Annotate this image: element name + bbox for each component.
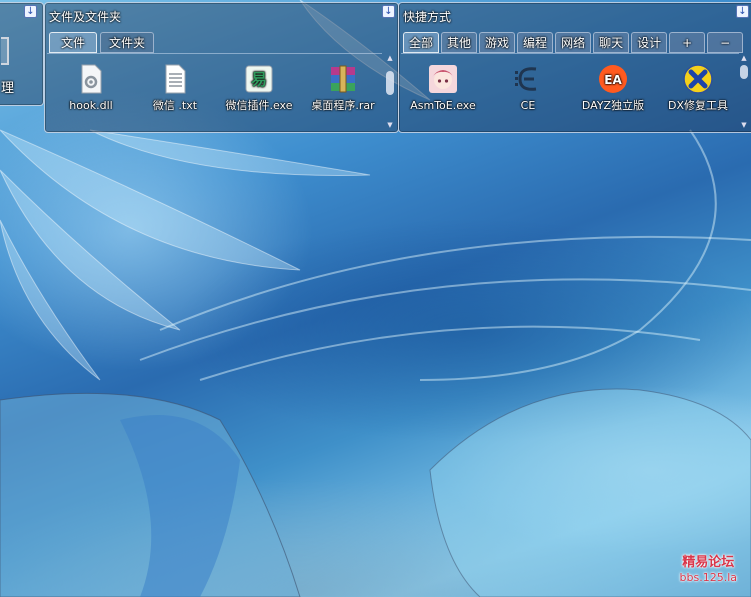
svg-text:易: 易 [251, 70, 267, 89]
rar-archive-icon [327, 63, 359, 95]
file-item-label: 桌面程序.rar [311, 99, 375, 112]
tab-other[interactable]: 其他 [441, 32, 478, 53]
files-fence-title: 文件及文件夹 [49, 10, 122, 24]
shortcut-item-label: DAYZ独立版 [581, 99, 645, 112]
directx-repair-icon [682, 63, 714, 95]
shortcut-fence: 快捷方式 ↓ 全部 其他 游戏 编程 网络 聊天 设计 + − AsmToE.e… [398, 2, 751, 133]
file-item-wechat-txt[interactable]: 微信 .txt [140, 63, 210, 112]
forum-watermark: 精易论坛 bbs.125.la [680, 555, 737, 585]
text-file-icon [159, 63, 191, 95]
tab-all[interactable]: 全部 [403, 32, 440, 53]
shortcut-item-dx-repair[interactable]: DX修复工具 [663, 63, 733, 112]
shortcut-item-asmtoe[interactable]: AsmToE.exe [408, 63, 478, 112]
svg-text:EA: EA [604, 73, 622, 87]
shortcut-item-label: DX修复工具 [667, 99, 728, 112]
scroll-thumb[interactable] [740, 65, 748, 79]
files-tab-row: 文件 文件夹 [49, 32, 155, 54]
tab-programming[interactable]: 编程 [517, 32, 554, 53]
file-item-label: hook.dll [69, 99, 113, 112]
shortcut-tab-row: 全部 其他 游戏 编程 网络 聊天 设计 + − [403, 32, 744, 54]
left-fence-label: 理 [1, 81, 15, 96]
tab-games[interactable]: 游戏 [479, 32, 516, 53]
scroll-up-arrow-icon[interactable]: ▲ [384, 53, 396, 63]
folder-manage-icon[interactable] [1, 37, 9, 65]
tab-files[interactable]: 文件 [49, 32, 98, 53]
exe-file-icon: 易 [243, 63, 275, 95]
shortcut-item-label: AsmToE.exe [410, 99, 476, 112]
cheat-engine-icon [512, 63, 544, 95]
remove-tab-button[interactable]: − [707, 32, 744, 53]
shortcut-item-ce[interactable]: CE [493, 63, 563, 112]
tab-folders[interactable]: 文件夹 [100, 32, 155, 53]
tab-network[interactable]: 网络 [555, 32, 592, 53]
file-item-hook-dll[interactable]: hook.dll [56, 63, 126, 112]
scroll-down-arrow-icon[interactable]: ▼ [738, 120, 750, 130]
files-fence: 文件及文件夹 ↓ 文件 文件夹 hook.dll 微信 .txt 易 微信插件.… [44, 2, 399, 133]
files-fence-collapse-button[interactable]: ↓ [382, 5, 395, 18]
shortcut-item-dayz[interactable]: EA DAYZ独立版 [578, 63, 648, 112]
ea-app-icon: EA [597, 63, 629, 95]
tab-design[interactable]: 设计 [631, 32, 668, 53]
files-list: hook.dll 微信 .txt 易 微信插件.exe 桌面程序.rar [47, 53, 382, 130]
left-fence: 理 ↓ [0, 2, 44, 106]
watermark-url: bbs.125.la [679, 571, 737, 584]
dll-file-icon [75, 63, 107, 95]
shortcut-item-label: CE [520, 99, 536, 112]
anime-avatar-icon [427, 63, 459, 95]
file-item-wechat-plugin-exe[interactable]: 易 微信插件.exe [224, 63, 294, 112]
files-scrollbar[interactable]: ▲ ▼ [384, 53, 396, 130]
collapse-button[interactable]: ↓ [24, 5, 37, 18]
file-item-label: 微信插件.exe [225, 99, 293, 112]
file-item-desktop-rar[interactable]: 桌面程序.rar [308, 63, 378, 112]
shortcut-fence-collapse-button[interactable]: ↓ [736, 5, 749, 18]
shortcut-scrollbar[interactable]: ▲ ▼ [738, 53, 750, 130]
add-tab-button[interactable]: + [669, 32, 706, 53]
scroll-down-arrow-icon[interactable]: ▼ [384, 120, 396, 130]
shortcut-fence-title: 快捷方式 [403, 10, 452, 24]
scroll-up-arrow-icon[interactable]: ▲ [738, 53, 750, 63]
watermark-title: 精易论坛 [682, 555, 735, 570]
scroll-thumb[interactable] [386, 71, 394, 95]
tab-chat[interactable]: 聊天 [593, 32, 630, 53]
shortcut-list: AsmToE.exe CE EA DAYZ独立版 DX修复工具 [401, 53, 739, 130]
file-item-label: 微信 .txt [152, 99, 198, 112]
